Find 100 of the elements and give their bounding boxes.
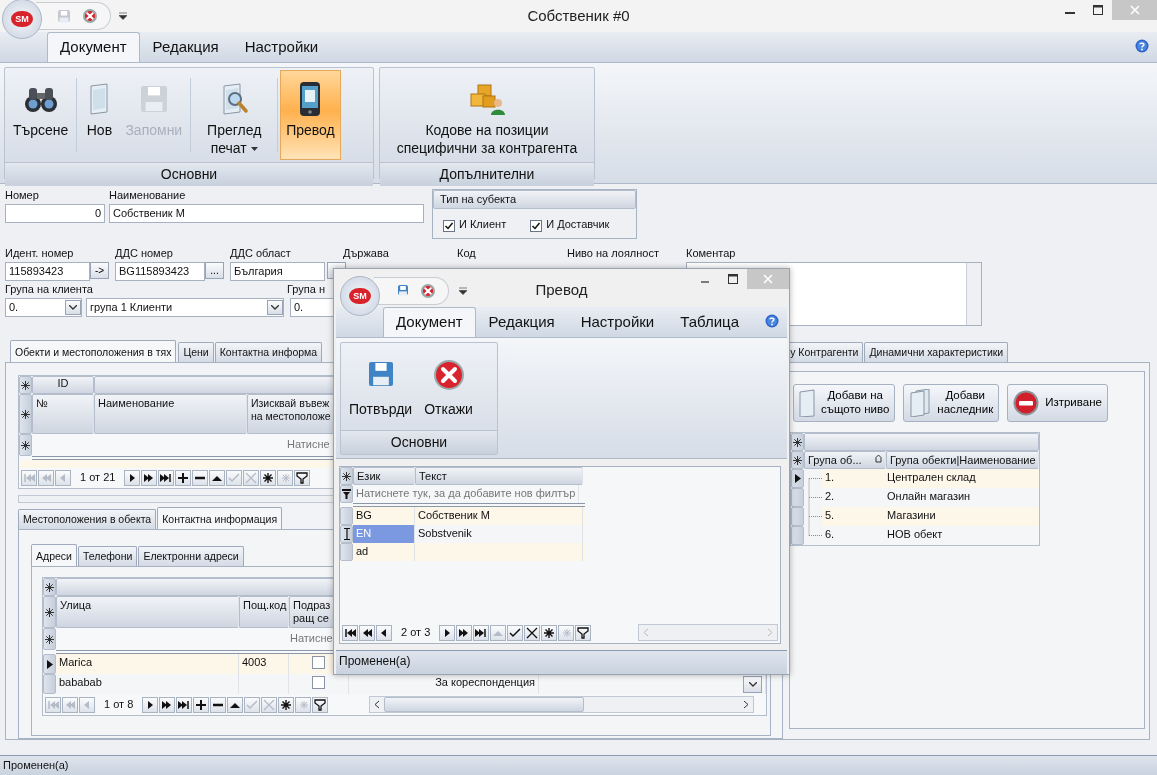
row-header[interactable] bbox=[19, 394, 32, 434]
row-header[interactable] bbox=[43, 628, 56, 650]
help-icon[interactable] bbox=[765, 314, 779, 328]
scroll-thumb[interactable] bbox=[384, 697, 584, 712]
bookmark-button[interactable] bbox=[541, 624, 558, 641]
confirm-button[interactable] bbox=[507, 624, 524, 641]
close-icon[interactable] bbox=[420, 283, 436, 299]
lookup-button[interactable]: -> bbox=[90, 262, 109, 279]
delete-button[interactable] bbox=[210, 696, 227, 713]
tree-node[interactable]: 6. bbox=[822, 526, 884, 545]
row-header[interactable] bbox=[19, 376, 32, 394]
edit-button[interactable] bbox=[209, 470, 226, 486]
maximize-icon[interactable] bbox=[728, 274, 738, 284]
tree-node[interactable]: 2. bbox=[822, 488, 884, 507]
filter-button[interactable] bbox=[312, 696, 329, 713]
close-icon[interactable] bbox=[82, 8, 98, 24]
row-header[interactable] bbox=[340, 467, 353, 485]
first-record-button[interactable] bbox=[342, 624, 358, 641]
checkbox[interactable] bbox=[312, 676, 325, 689]
dropdown-caret-icon[interactable] bbox=[119, 12, 127, 20]
maximize-icon[interactable] bbox=[1093, 5, 1103, 15]
row-header[interactable] bbox=[43, 578, 56, 596]
cancel-button[interactable] bbox=[524, 624, 541, 641]
group-label: Основни bbox=[341, 430, 497, 454]
row-header[interactable] bbox=[43, 596, 56, 628]
group-code-dropdown[interactable]: 0. bbox=[5, 298, 82, 317]
last-record-button[interactable] bbox=[176, 696, 193, 713]
next-record-button[interactable] bbox=[142, 696, 159, 713]
next-page-button[interactable] bbox=[159, 696, 176, 713]
horizontal-scrollbar[interactable] bbox=[369, 696, 754, 713]
browse-button[interactable]: ... bbox=[205, 262, 224, 279]
delete-button[interactable]: Изтриване bbox=[1007, 384, 1108, 422]
id-number-field[interactable]: 115893423 bbox=[5, 262, 90, 281]
last-record-button[interactable] bbox=[473, 624, 490, 641]
tab[interactable]: Контактна информа bbox=[214, 342, 323, 362]
dropdown-caret-icon[interactable] bbox=[459, 287, 467, 295]
next-page-button[interactable] bbox=[141, 470, 158, 486]
ribbon-tab[interactable]: Документ bbox=[47, 32, 140, 62]
sort-icon[interactable] bbox=[875, 454, 882, 463]
next-record-button[interactable] bbox=[439, 624, 456, 641]
tree-node[interactable]: 1. bbox=[822, 469, 884, 488]
append-button[interactable] bbox=[175, 470, 192, 486]
ribbon-button[interactable]: Преглед печат bbox=[193, 70, 276, 161]
add-button[interactable]: Добави наследник bbox=[903, 384, 1000, 422]
filter-button[interactable] bbox=[294, 470, 311, 486]
ribbon-tab[interactable]: Настройки bbox=[231, 32, 332, 62]
vat-area-field[interactable]: България bbox=[230, 262, 325, 281]
tab[interactable]: Телефони bbox=[77, 546, 138, 566]
bookmark-button[interactable] bbox=[260, 470, 277, 486]
last-record-button[interactable] bbox=[158, 470, 175, 486]
checkbox[interactable] bbox=[530, 219, 543, 232]
column-header[interactable]: Език bbox=[353, 467, 415, 485]
tree-node[interactable]: 5. bbox=[822, 507, 884, 526]
row-header[interactable] bbox=[791, 451, 804, 469]
next-page-button[interactable] bbox=[456, 624, 473, 641]
tab[interactable]: Контактна информация bbox=[157, 507, 283, 529]
checkbox[interactable] bbox=[312, 656, 325, 669]
tab[interactable]: Динамични характеристики bbox=[864, 342, 1009, 362]
tab[interactable]: Адреси bbox=[31, 544, 77, 566]
column-header[interactable]: Текст bbox=[415, 467, 583, 485]
add-button[interactable]: Добави на същото ниво bbox=[793, 384, 896, 422]
tab[interactable]: Цени bbox=[178, 342, 214, 362]
ribbon-tab[interactable]: Редакция bbox=[139, 32, 232, 62]
column-header[interactable]: Група обекти|Наименование bbox=[886, 451, 1039, 469]
number-field[interactable]: 0 bbox=[5, 204, 105, 223]
ribbon-button[interactable]: Търсене bbox=[7, 70, 75, 161]
ribbon-tab[interactable]: Таблица bbox=[667, 307, 753, 337]
row-header[interactable] bbox=[791, 469, 804, 488]
previous-record-button[interactable] bbox=[376, 624, 392, 641]
ribbon-button[interactable]: Нов bbox=[79, 70, 120, 161]
row-header[interactable] bbox=[43, 654, 56, 674]
row-header[interactable] bbox=[340, 485, 353, 503]
row-header[interactable] bbox=[19, 434, 32, 456]
save-icon[interactable] bbox=[396, 283, 410, 299]
next-record-button[interactable] bbox=[124, 470, 141, 486]
dropdown-caret-icon[interactable] bbox=[250, 147, 258, 152]
row-header[interactable] bbox=[791, 433, 804, 451]
bookmark-button[interactable] bbox=[278, 696, 295, 713]
append-button[interactable] bbox=[193, 696, 210, 713]
vertical-scrollbar[interactable] bbox=[966, 263, 981, 325]
tab[interactable]: Електронни адреси bbox=[138, 546, 244, 566]
checkbox-label: И Доставчик bbox=[546, 218, 610, 233]
ribbon-tab[interactable]: Документ bbox=[383, 307, 476, 337]
name-field[interactable]: Собственик М bbox=[109, 204, 424, 223]
filter-button[interactable] bbox=[575, 624, 592, 641]
tab[interactable]: Местоположения в обекта bbox=[18, 509, 157, 529]
help-icon[interactable] bbox=[1135, 39, 1149, 53]
vat-number-field[interactable]: BG115893423 bbox=[115, 262, 205, 281]
ribbon-tab[interactable]: Настройки bbox=[567, 307, 668, 337]
translate-button[interactable]: Превод bbox=[280, 70, 341, 161]
minus-circle-icon bbox=[1013, 390, 1040, 416]
delete-button[interactable] bbox=[192, 470, 209, 486]
edit-button[interactable] bbox=[227, 696, 244, 713]
checkbox[interactable] bbox=[443, 219, 455, 232]
app-logo[interactable]: SM bbox=[340, 276, 380, 316]
ribbon-tab[interactable]: Редакция bbox=[475, 307, 568, 337]
tab[interactable]: Обекти и местоположения в тях bbox=[10, 340, 177, 362]
previous-page-button[interactable] bbox=[359, 624, 375, 641]
filter-hint[interactable]: Натиснете тук, за да добавите нов филтър bbox=[353, 485, 580, 503]
client-group-dropdown[interactable]: група 1 Клиенти bbox=[86, 298, 284, 317]
